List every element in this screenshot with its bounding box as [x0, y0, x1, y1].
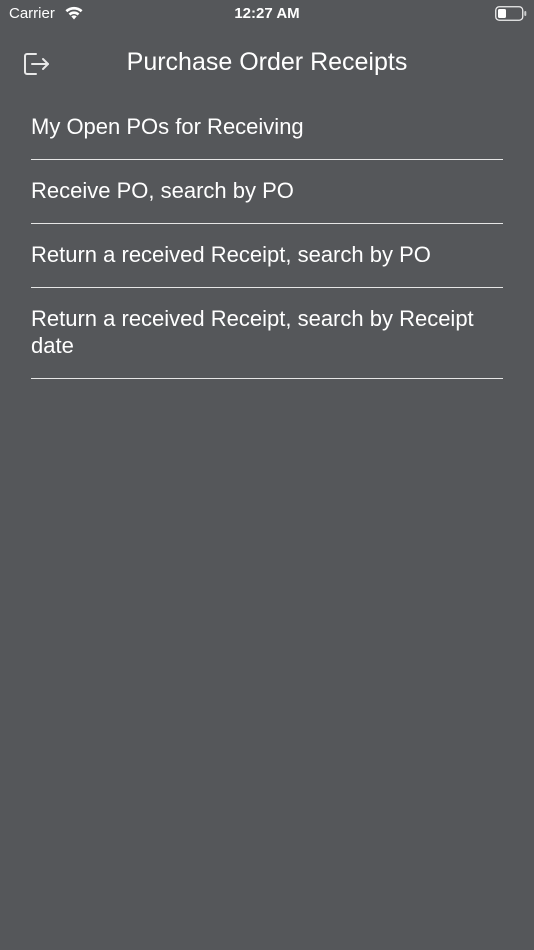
battery-icon: [495, 6, 527, 21]
menu-list: My Open POs for Receiving Receive PO, se…: [31, 96, 503, 379]
page-title: Purchase Order Receipts: [126, 48, 408, 76]
menu-item-label: Return a received Receipt, search by Rec…: [31, 306, 474, 358]
menu-item-return-by-po[interactable]: Return a received Receipt, search by PO: [31, 224, 503, 288]
menu-item-receive-po[interactable]: Receive PO, search by PO: [31, 160, 503, 224]
menu-item-label: Receive PO, search by PO: [31, 178, 294, 203]
menu-item-label: My Open POs for Receiving: [31, 114, 304, 139]
navigation-bar: Purchase Order Receipts: [0, 28, 534, 94]
menu-item-return-by-date[interactable]: Return a received Receipt, search by Rec…: [31, 288, 503, 379]
status-bar: Carrier 12:27 AM: [0, 0, 534, 28]
status-time: 12:27 AM: [234, 5, 300, 22]
menu-item-label: Return a received Receipt, search by PO: [31, 242, 431, 267]
menu-item-my-open-pos[interactable]: My Open POs for Receiving: [31, 96, 503, 160]
